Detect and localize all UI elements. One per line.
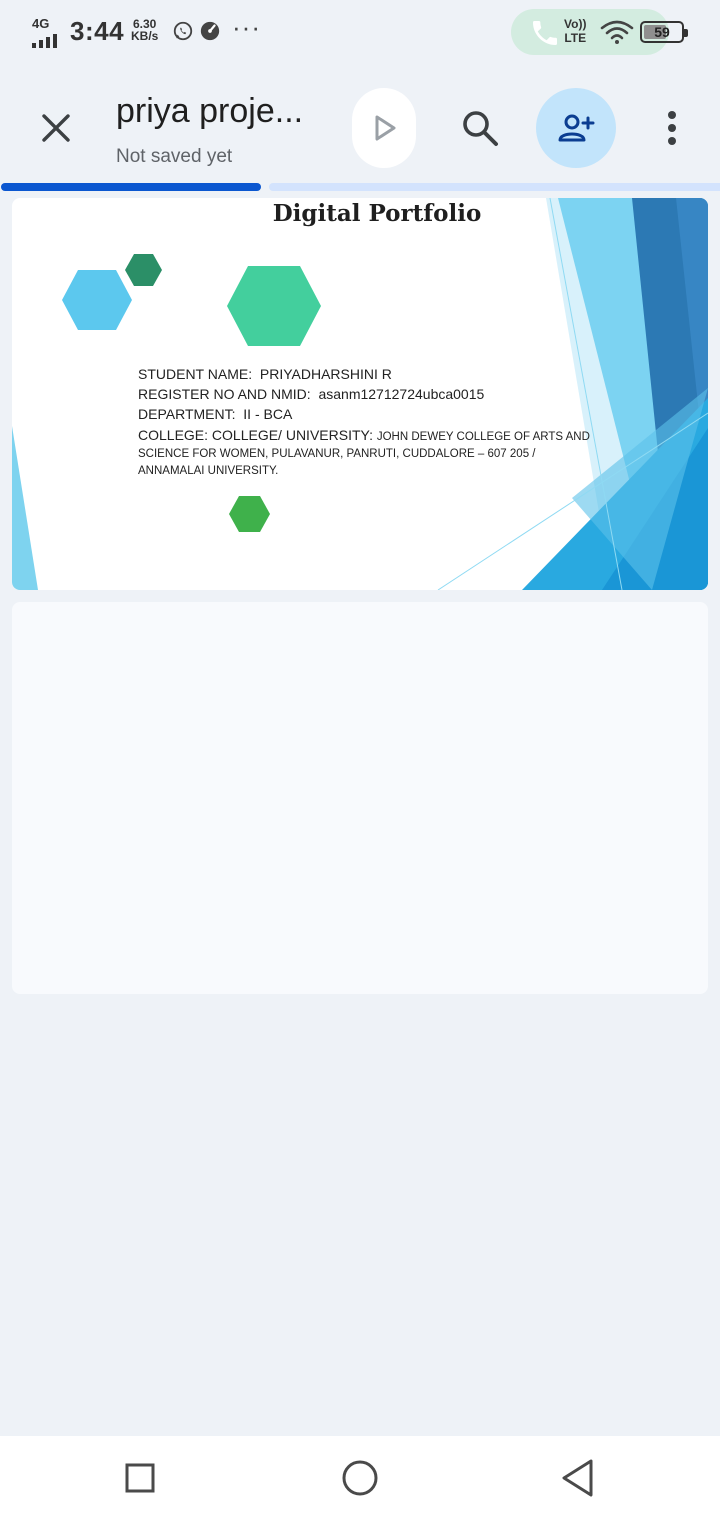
add-person-icon	[558, 114, 595, 142]
back-button[interactable]	[548, 1452, 608, 1504]
home-button[interactable]	[330, 1452, 390, 1504]
progress-indicator-filled	[1, 183, 261, 191]
slide-thumbnail[interactable]: Digital Portfolio STUDENT NAME: PRIYADHA…	[12, 198, 708, 590]
progress-indicator-track	[269, 183, 720, 191]
more-options-button[interactable]	[652, 100, 692, 156]
speedometer-icon	[200, 21, 220, 41]
department-row: DEPARTMENT: II - BCA	[138, 406, 293, 422]
battery-icon: 59	[640, 21, 688, 43]
slide-thumbnail-blank[interactable]	[12, 602, 708, 994]
wifi-icon	[600, 20, 634, 44]
whatsapp-icon	[173, 21, 193, 41]
register-row: REGISTER NO AND NMID: asanm12712724ubca0…	[138, 386, 485, 402]
search-icon	[463, 111, 498, 146]
phone-call-icon	[533, 21, 557, 45]
present-play-icon	[375, 115, 396, 141]
slide-title: Digital Portfolio	[272, 200, 482, 227]
save-status: Not saved yet	[116, 146, 233, 167]
close-button[interactable]	[30, 102, 82, 154]
back-icon	[562, 1459, 593, 1497]
system-navigation-bar	[0, 1436, 720, 1520]
present-button[interactable]	[352, 88, 416, 168]
recent-apps-button[interactable]	[110, 1452, 170, 1504]
slide-body: STUDENT NAME: PRIYADHARSHINI R REGISTER …	[138, 364, 608, 480]
home-icon	[342, 1460, 378, 1496]
search-button[interactable]	[452, 100, 508, 156]
battery-level: 59	[654, 24, 670, 40]
share-button[interactable]	[536, 88, 616, 168]
more-vert-icon	[668, 111, 676, 145]
signal-icon: 4G	[30, 16, 64, 48]
volte-indicator: Vo)) LTE	[564, 17, 587, 45]
document-title[interactable]: priya proje...	[116, 92, 303, 131]
recent-apps-icon	[125, 1463, 155, 1493]
close-icon	[42, 114, 70, 142]
network-speed: 6.30 KB/s	[131, 17, 159, 43]
clock: 3:44	[70, 16, 125, 46]
network-type: 4G	[32, 16, 50, 31]
status-bar: 4G 3:44 6.30 KB/s ··· Vo)) LTE 59	[0, 0, 720, 64]
college-row: COLLEGE: COLLEGE/ UNIVERSITY: JOHN DEWEY…	[138, 427, 590, 477]
student-name-row: STUDENT NAME: PRIYADHARSHINI R	[138, 366, 392, 382]
more-notifications-indicator: ···	[232, 12, 261, 42]
